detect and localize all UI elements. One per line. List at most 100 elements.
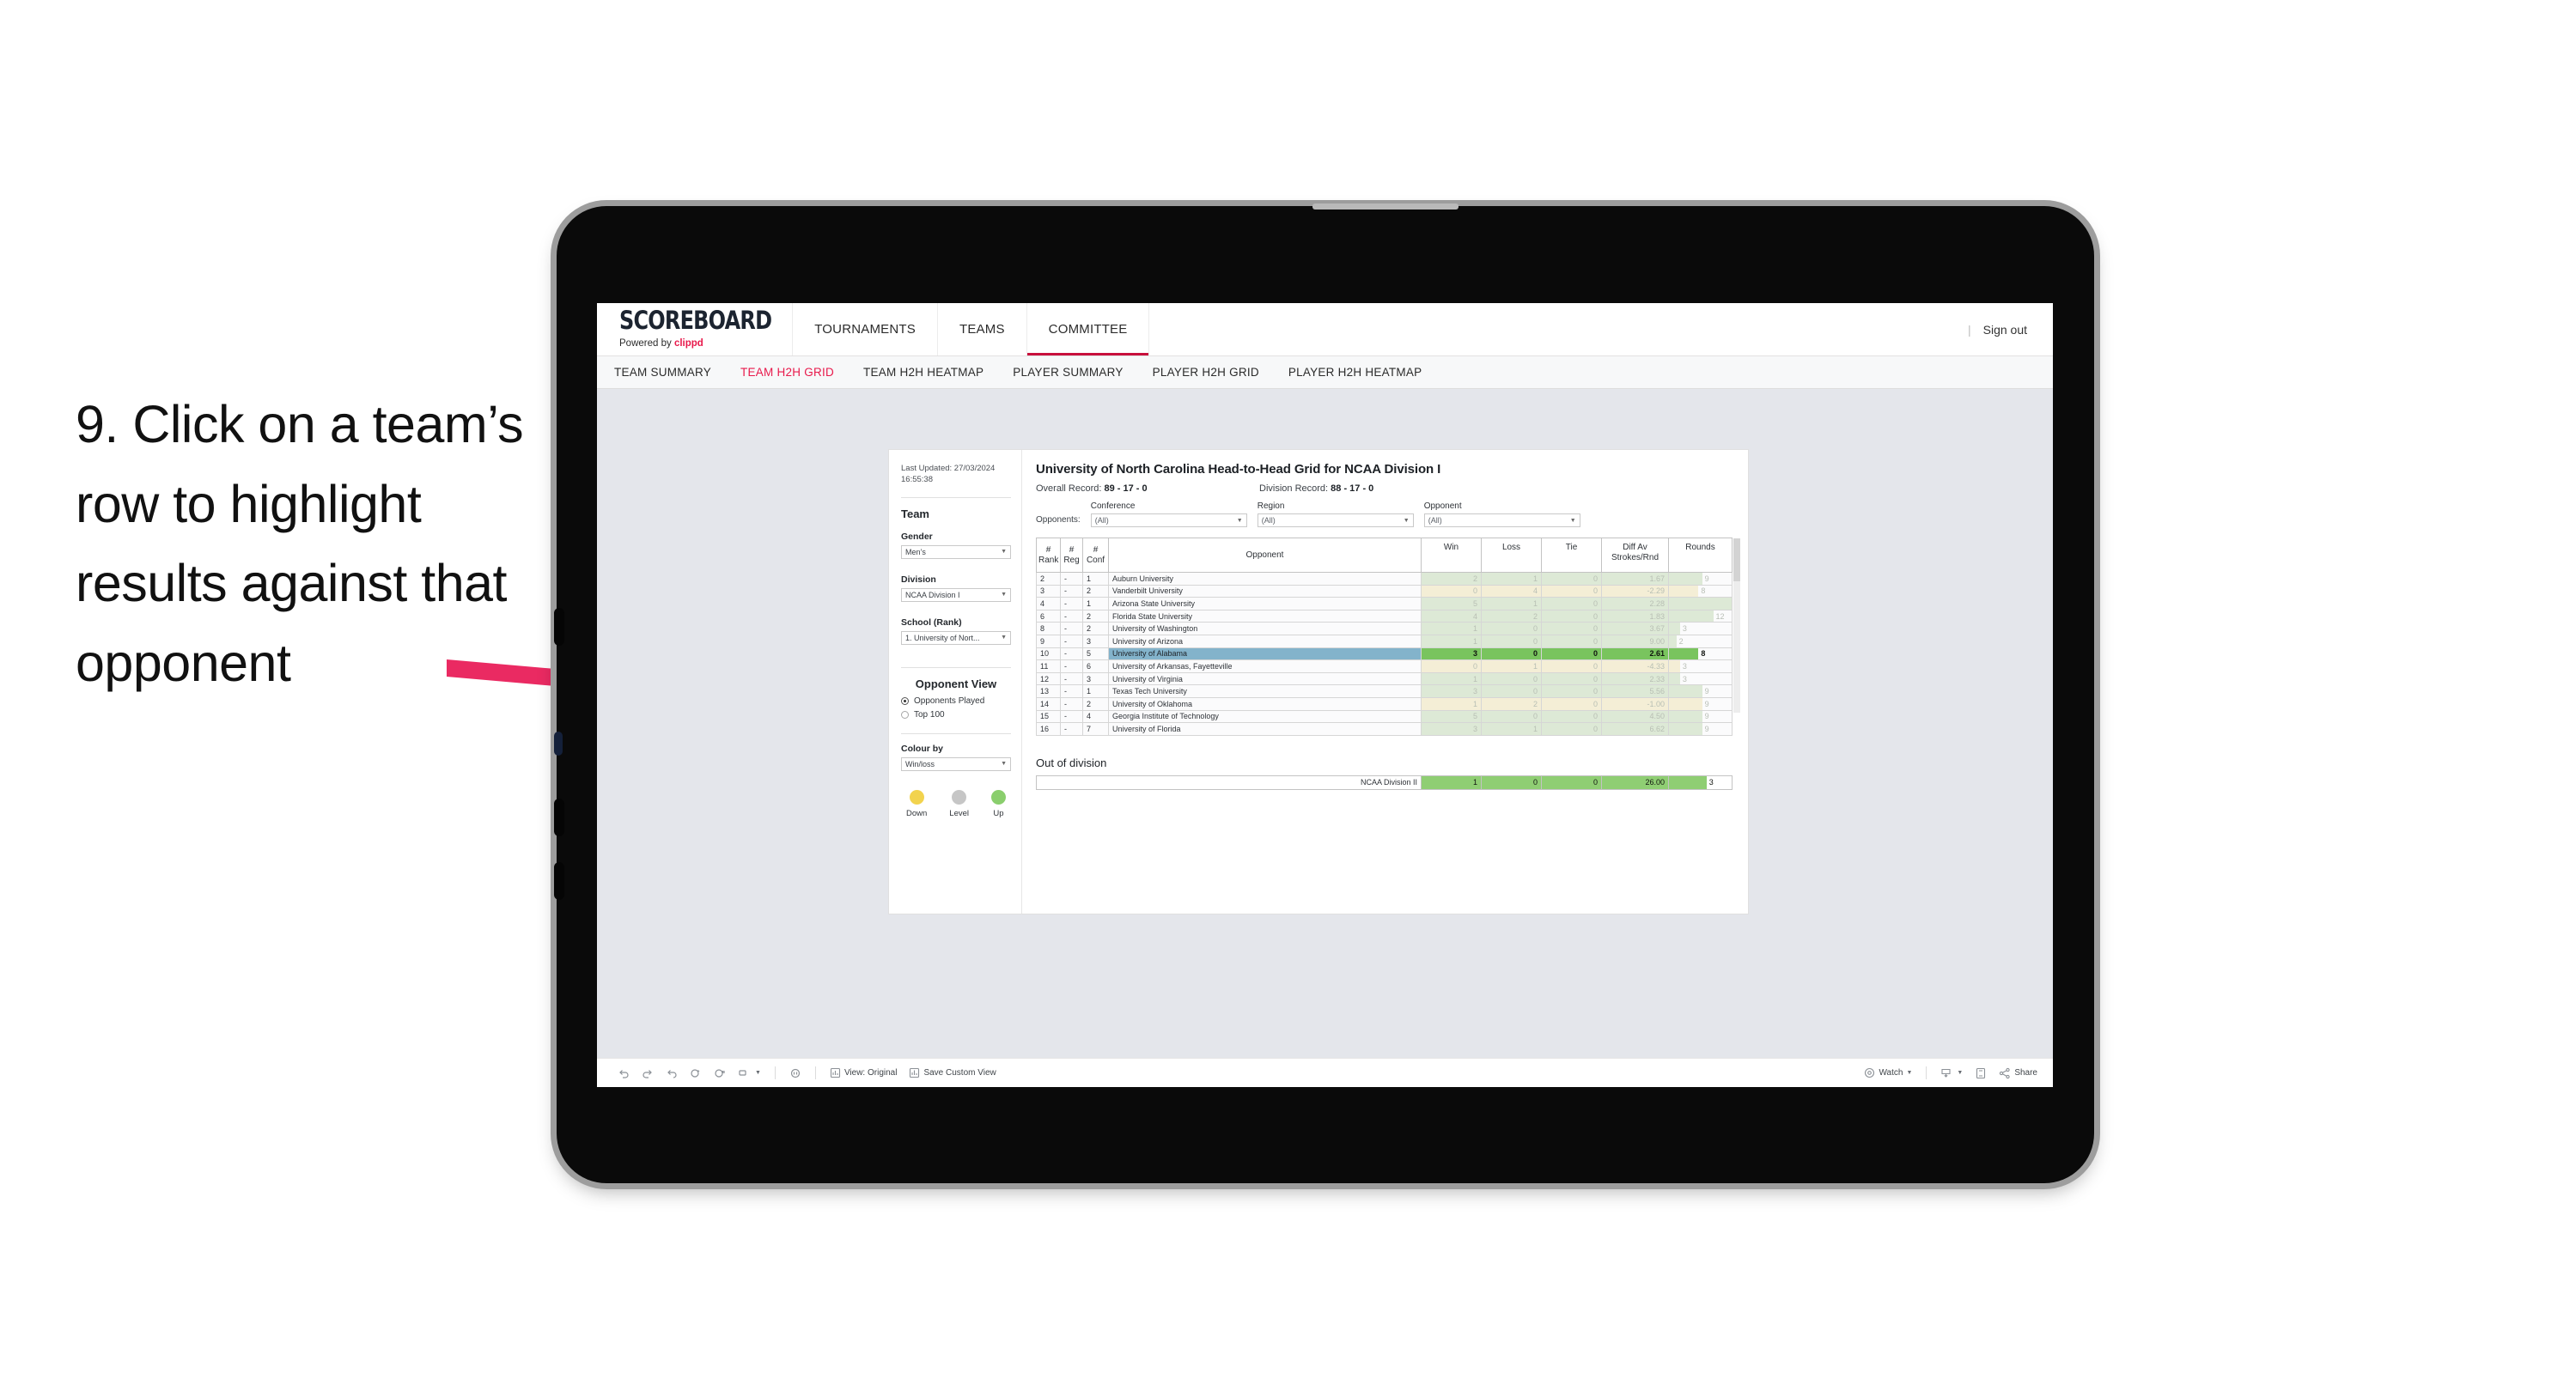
division-dropdown[interactable]: NCAA Division I ▼ xyxy=(901,587,1011,602)
cell-conf: 1 xyxy=(1082,572,1109,586)
team-group-title: Team xyxy=(901,507,929,520)
school-rank-dropdown[interactable]: 1. University of Nort... ▼ xyxy=(901,630,1011,645)
cell-win: 0 xyxy=(1421,584,1482,598)
table-row[interactable]: 4-1Arizona State University5102.2817 xyxy=(1036,597,1733,610)
legend-label-level: Level xyxy=(949,808,969,818)
grid-body: 2-1 Auburn University 2 1 0 1.67 9 3-2 Vanderbil… xyxy=(1036,572,1733,736)
col-loss[interactable]: Loss xyxy=(1481,538,1542,573)
table-row[interactable]: 6-2 Florida State University 4 2 0 1.83 12 xyxy=(1036,609,1733,623)
radio-opponents-played[interactable]: Opponents Played xyxy=(901,696,1011,706)
col-rank[interactable]: # Rank xyxy=(1036,538,1061,573)
ood-rounds-value: 3 xyxy=(1708,778,1714,787)
cell-win: 1 xyxy=(1421,696,1482,711)
tab-team-h2h-heatmap[interactable]: TEAM H2H HEATMAP xyxy=(863,366,984,379)
nav-item-tournaments[interactable]: TOURNAMENTS xyxy=(793,303,938,355)
download-button[interactable]: ▼ xyxy=(1935,1064,1968,1083)
sign-out-link[interactable]: Sign out xyxy=(1983,323,2027,337)
table-row[interactable]: 8-2 University of Washington 1 0 0 3.67 3 xyxy=(1036,622,1733,635)
table-row[interactable]: 13-1 Texas Tech University 3 0 0 5.56 9 xyxy=(1036,684,1733,698)
col-reg[interactable]: # Reg xyxy=(1060,538,1083,573)
watch-button[interactable]: Watch ▼ xyxy=(1859,1064,1917,1083)
out-of-division-row[interactable]: NCAA Division II 1 0 0 26.00 3 xyxy=(1036,775,1733,790)
device-volume-down-button[interactable] xyxy=(554,862,564,900)
col-opponent[interactable]: Opponent xyxy=(1108,538,1422,573)
pause-button[interactable] xyxy=(709,1064,731,1083)
redo-button[interactable] xyxy=(636,1064,659,1083)
division-record: Division Record: 88 - 17 - 0 xyxy=(1259,483,1483,494)
table-row[interactable]: 15-4 Georgia Institute of Technology 5 0 0 4.… xyxy=(1036,709,1733,724)
gender-dropdown[interactable]: Men’s ▼ xyxy=(901,544,1011,559)
rounds-value: 12 xyxy=(1715,611,1725,621)
col-diff-av-strokes[interactable]: Diff Av Strokes/Rnd xyxy=(1601,538,1669,573)
cell-tie: 0 xyxy=(1541,634,1602,648)
viz-content-pane: University of North Carolina Head-to-Hea… xyxy=(1022,450,1748,914)
cell-opponent: Vanderbilt University xyxy=(1108,584,1422,598)
cell-opponent: University of Arkansas, Fayetteville xyxy=(1108,659,1422,673)
share-button[interactable]: Share xyxy=(1994,1064,2053,1083)
cell-rounds: 9 xyxy=(1668,684,1733,698)
col-rounds[interactable]: Rounds xyxy=(1668,538,1733,573)
chevron-down-icon: ▼ xyxy=(1236,517,1243,524)
view-original-label: View: Original xyxy=(843,1068,898,1078)
cell-reg: - xyxy=(1060,634,1083,648)
app-logo[interactable]: SCOREBOARD Powered by clippd xyxy=(597,303,794,355)
ood-diff: 26.00 xyxy=(1601,775,1669,790)
table-row[interactable]: 9-3 University of Arizona 1 0 0 9.00 2 xyxy=(1036,634,1733,648)
grid-vertical-scrollbar[interactable] xyxy=(1733,538,1740,713)
rounds-value: 8 xyxy=(1701,649,1706,659)
nav-item-teams[interactable]: TEAMS xyxy=(938,303,1027,355)
tab-team-h2h-grid[interactable]: TEAM H2H GRID xyxy=(740,366,834,379)
tab-player-h2h-grid[interactable]: PLAYER H2H GRID xyxy=(1153,366,1259,379)
device-volume-up-button[interactable] xyxy=(554,799,564,836)
school-rank-value: 1. University of Nort... xyxy=(905,633,980,642)
tab-player-h2h-heatmap[interactable]: PLAYER H2H HEATMAP xyxy=(1288,366,1422,379)
radio-top-100[interactable]: Top 100 xyxy=(901,710,1011,720)
rounds-bar xyxy=(1669,623,1680,635)
cell-rounds: 9 xyxy=(1668,696,1733,711)
record-summary: Overall Record: 89 - 17 - 0 Division Rec… xyxy=(1036,483,1733,494)
conference-caption: Conference xyxy=(1090,501,1136,511)
opponent-caption: Opponent xyxy=(1423,501,1462,511)
refresh-button[interactable] xyxy=(685,1064,707,1083)
grid-scrollbar-thumb[interactable] xyxy=(1733,538,1740,581)
rounds-value: 3 xyxy=(1682,674,1687,683)
cell-reg: - xyxy=(1060,696,1083,711)
grid-header-row: # Rank # Reg # Conf Opponent Win Loss Tie D… xyxy=(1036,538,1733,573)
table-row[interactable]: 16-7 University of Florida 3 1 0 6.62 9 xyxy=(1036,722,1733,736)
table-row[interactable]: 14-2 University of Oklahoma 1 2 0 -1.00 9 xyxy=(1036,696,1733,711)
table-row[interactable]: 2-1 Auburn University 2 1 0 1.67 9 xyxy=(1036,572,1733,586)
table-row[interactable]: 11-6 University of Arkansas, Fayetteville… xyxy=(1036,659,1733,673)
tab-team-summary[interactable]: TEAM SUMMARY xyxy=(614,366,711,379)
cell-conf: 4 xyxy=(1082,709,1109,724)
table-row[interactable]: 12-3 University of Virginia 1 0 0 2.33 3 xyxy=(1036,671,1733,686)
revert-button[interactable] xyxy=(661,1064,683,1083)
table-row[interactable]: 10-5 University of Alabama 3 0 0 2.61 8 xyxy=(1036,647,1733,661)
nav-item-committee[interactable]: COMMITTEE xyxy=(1026,303,1150,355)
col-win[interactable]: Win xyxy=(1421,538,1482,573)
instruction-annotation: 9. Click on a team’s row to highlight re… xyxy=(76,395,524,693)
col-tie[interactable]: Tie xyxy=(1541,538,1602,573)
col-conf[interactable]: # Conf xyxy=(1082,538,1109,573)
opponent-dropdown[interactable]: (All) ▼ xyxy=(1423,513,1580,527)
alerts-button[interactable] xyxy=(784,1064,807,1083)
device-layout-button[interactable]: ▼ xyxy=(733,1064,766,1083)
tab-player-summary[interactable]: PLAYER SUMMARY xyxy=(1013,366,1123,379)
cell-win: 4 xyxy=(1421,609,1482,623)
conference-dropdown[interactable]: (All) ▼ xyxy=(1090,513,1247,527)
cell-tie: 0 xyxy=(1541,622,1602,635)
colour-by-dropdown[interactable]: Win/loss ▼ xyxy=(901,756,1011,771)
region-dropdown[interactable]: (All) ▼ xyxy=(1257,513,1414,527)
device-button-top[interactable] xyxy=(554,608,564,646)
save-custom-view-button[interactable]: Save Custom View xyxy=(904,1064,1001,1083)
cell-diff: 6.62 xyxy=(1601,722,1669,736)
fullscreen-button[interactable] xyxy=(1970,1064,1992,1083)
cell-loss: 4 xyxy=(1481,584,1542,598)
cell-loss: 0 xyxy=(1481,709,1542,724)
table-row[interactable]: 3-2 Vanderbilt University 0 4 0 -2.29 8 xyxy=(1036,584,1733,598)
divider xyxy=(901,666,1011,668)
view-original-button[interactable]: View: Original xyxy=(825,1064,903,1083)
chevron-down-icon: ▼ xyxy=(1403,517,1410,524)
cell-tie: 0 xyxy=(1541,609,1602,623)
undo-button[interactable] xyxy=(612,1064,635,1083)
ood-win: 1 xyxy=(1421,775,1482,790)
